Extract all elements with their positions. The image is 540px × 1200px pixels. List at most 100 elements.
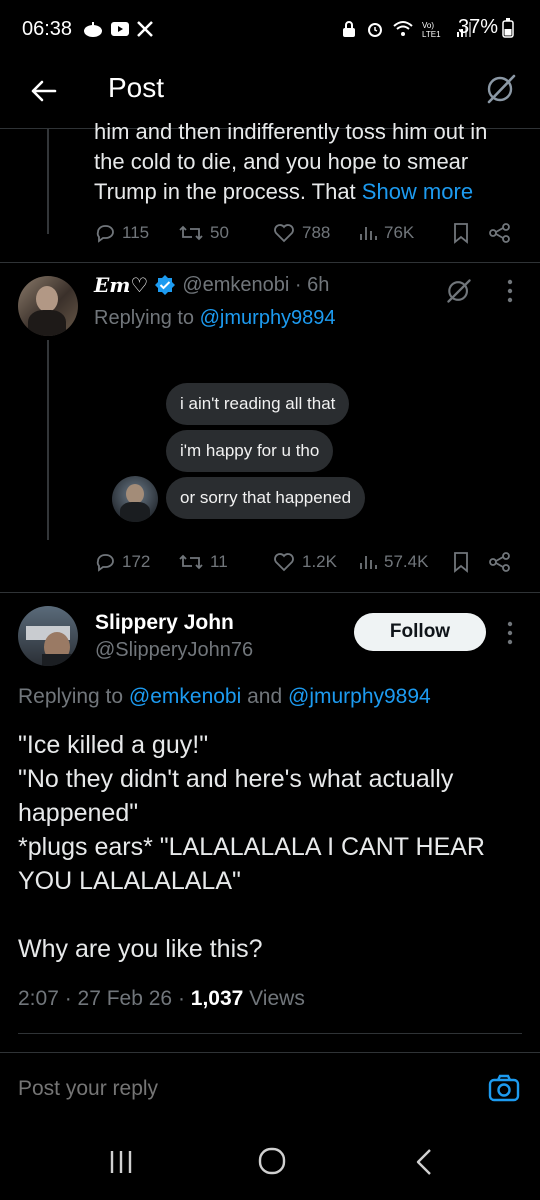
- divider: [18, 1033, 522, 1034]
- views-count: 76K: [384, 223, 415, 242]
- views-icon: [360, 227, 377, 240]
- home-icon: [258, 1147, 286, 1175]
- thread-line: [47, 340, 49, 540]
- bookmark-button[interactable]: [452, 222, 470, 244]
- recent-apps-icon: [110, 1151, 132, 1173]
- battery-icon: [502, 17, 514, 38]
- reply-button[interactable]: 115: [94, 222, 149, 244]
- em-tweet-actions: 172 11 1.2K 57.4K: [94, 551, 524, 581]
- tweet-line: "Ice killed a guy!": [18, 731, 209, 759]
- home-button[interactable]: [257, 1146, 287, 1176]
- alarm-icon: [368, 23, 382, 37]
- views-count: 57.4K: [384, 552, 429, 571]
- share-icon: [489, 223, 510, 243]
- recent-apps-button[interactable]: [108, 1148, 134, 1176]
- bookmark-icon: [454, 552, 468, 573]
- grok-icon: [447, 279, 471, 303]
- reply-count: 172: [122, 552, 151, 571]
- verified-badge-icon: [155, 275, 176, 295]
- like-button[interactable]: 1.2K: [272, 551, 337, 573]
- views-button[interactable]: 76K: [358, 222, 414, 244]
- prev-tweet-line: the cold to die, and you hope to smear: [94, 149, 469, 174]
- replying-to-and: and: [241, 685, 288, 708]
- app-notification-icon: [84, 22, 102, 37]
- replying-to-label: Replying to: [18, 685, 129, 708]
- heart-icon: [274, 553, 294, 572]
- back-nav-button[interactable]: [414, 1148, 434, 1176]
- more-vertical-icon: [507, 279, 513, 303]
- like-button[interactable]: 788: [272, 222, 330, 244]
- prev-tweet-line-text: Trump in the process. That: [94, 179, 362, 204]
- reply-count: 115: [122, 223, 150, 242]
- author-name[interactable]: Slippery John: [95, 611, 234, 635]
- tweet-meta: 2:07 · 27 Feb 26 · 1,037 Views: [18, 987, 305, 1011]
- repost-count: 50: [210, 223, 229, 242]
- prev-tweet-text: him and then indifferently toss him out …: [94, 117, 524, 207]
- prev-tweet-actions: 115 50 788 76K: [94, 222, 524, 252]
- back-button[interactable]: [28, 76, 62, 110]
- bookmark-icon: [454, 223, 468, 244]
- chat-bubble: i ain't reading all that: [166, 383, 350, 425]
- reply-button[interactable]: 172: [94, 551, 150, 573]
- wifi-icon: [393, 21, 413, 36]
- divider: [0, 592, 540, 593]
- replying-to-link[interactable]: @jmurphy9894: [200, 307, 336, 329]
- bookmark-button[interactable]: [452, 551, 470, 573]
- show-more-link[interactable]: Show more: [362, 179, 473, 204]
- share-icon: [489, 552, 510, 572]
- divider: [0, 262, 540, 263]
- grok-button[interactable]: [484, 72, 518, 106]
- replying-to-label: Replying to: [94, 307, 200, 329]
- back-arrow-icon: [31, 80, 57, 102]
- replying-to-link[interactable]: @emkenobi: [129, 685, 241, 708]
- repost-icon: [179, 554, 203, 570]
- system-nav-bar: [0, 1124, 540, 1200]
- like-count: 1.2K: [302, 552, 337, 571]
- replying-to-link[interactable]: @jmurphy9894: [288, 685, 431, 708]
- page-title: Post: [108, 72, 165, 103]
- views-icon: [360, 556, 377, 569]
- attached-image[interactable]: i ain't reading all that i'm happy for u…: [94, 366, 434, 536]
- tweet-views-count[interactable]: 1,037: [191, 987, 244, 1010]
- more-vertical-icon: [507, 621, 513, 645]
- chat-bubble: i'm happy for u tho: [166, 430, 334, 472]
- more-options-button[interactable]: [506, 620, 514, 646]
- heart-icon: [274, 224, 294, 243]
- share-button[interactable]: [488, 551, 512, 573]
- tweet-views-label: Views: [243, 987, 305, 1010]
- views-button[interactable]: 57.4K: [358, 551, 428, 573]
- share-button[interactable]: [488, 222, 512, 244]
- more-options-button[interactable]: [506, 278, 514, 304]
- tweet-line: YOU LALALALALA": [18, 867, 241, 895]
- grok-icon: [487, 74, 516, 104]
- repost-button[interactable]: 11: [178, 551, 228, 573]
- tweet-timestamp: 2:07 · 27 Feb 26 ·: [18, 987, 191, 1010]
- camera-button[interactable]: [488, 1074, 520, 1102]
- status-time: 06:38: [22, 18, 73, 40]
- avatar[interactable]: [18, 606, 78, 666]
- status-notification-icons: [82, 20, 154, 38]
- repost-count: 11: [210, 552, 228, 571]
- battery-indicator: 37%: [458, 16, 514, 39]
- lock-icon: [343, 21, 355, 37]
- repost-button[interactable]: 50: [178, 222, 229, 244]
- author-handle-time[interactable]: @emkenobi · 6h: [182, 274, 329, 297]
- author-handle[interactable]: @SlipperyJohn76: [95, 639, 253, 662]
- reply-icon: [96, 554, 114, 572]
- prev-tweet-line: Trump in the process. That Show more: [94, 177, 524, 207]
- follow-button[interactable]: Follow: [354, 613, 486, 651]
- x-logo-icon: [137, 21, 153, 37]
- grok-button[interactable]: [444, 276, 474, 306]
- chevron-left-icon: [416, 1149, 431, 1175]
- em-tweet-header: Em♡ @emkenobi · 6h: [94, 273, 329, 297]
- chat-bubble: or sorry that happened: [166, 477, 366, 519]
- author-name[interactable]: Em♡: [94, 273, 148, 297]
- reply-bar: [0, 1058, 540, 1122]
- battery-percent: 37%: [457, 16, 498, 38]
- avatar[interactable]: [18, 276, 78, 336]
- tweet-line: "No they didn't and here's what actually: [18, 765, 454, 793]
- replying-to: Replying to @emkenobi and @jmurphy9894: [18, 685, 431, 709]
- reply-input[interactable]: [18, 1072, 458, 1106]
- svg-text:LTE1: LTE1: [422, 30, 441, 38]
